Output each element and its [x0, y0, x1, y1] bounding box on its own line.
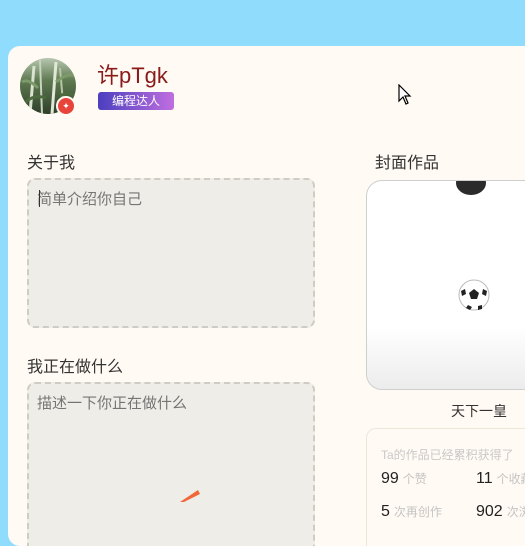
cover-title: 封面作品 [375, 155, 440, 172]
mouse-cursor-icon [398, 84, 412, 105]
stat-likes: 99 个赞 [381, 470, 427, 487]
doing-input[interactable] [27, 382, 315, 546]
about-title: 关于我 [27, 155, 76, 172]
vip-badge-icon: ✦ [56, 96, 76, 116]
orange-decoration-icon [180, 490, 200, 502]
stat-remixes: 5 次再创作 [381, 503, 442, 520]
about-input[interactable] [27, 178, 315, 328]
stat-views: 902次浏览 [476, 503, 525, 520]
username: 许pTgk [97, 63, 168, 88]
cover-caption[interactable]: 天下一皇 [451, 401, 507, 421]
profile-card: ✦ 许pTgk 编程达人 关于我 我正在做什么 封面作品 天下一皇 Ta的作品已… [8, 46, 525, 546]
doing-title: 我正在做什么 [27, 359, 124, 376]
stat-favorites: 11个收藏 [476, 470, 525, 487]
cover-artwork[interactable] [366, 180, 525, 390]
stats-panel: Ta的作品已经累积获得了 99个赞 11个收藏 5次再创作 902次浏览 [366, 428, 525, 546]
role-badge: 编程达人 [98, 92, 175, 110]
soccer-ball-icon [458, 279, 490, 311]
text-caret [39, 190, 40, 207]
cover-notch [456, 181, 486, 195]
stats-title: Ta的作品已经累积获得了 [381, 448, 514, 462]
